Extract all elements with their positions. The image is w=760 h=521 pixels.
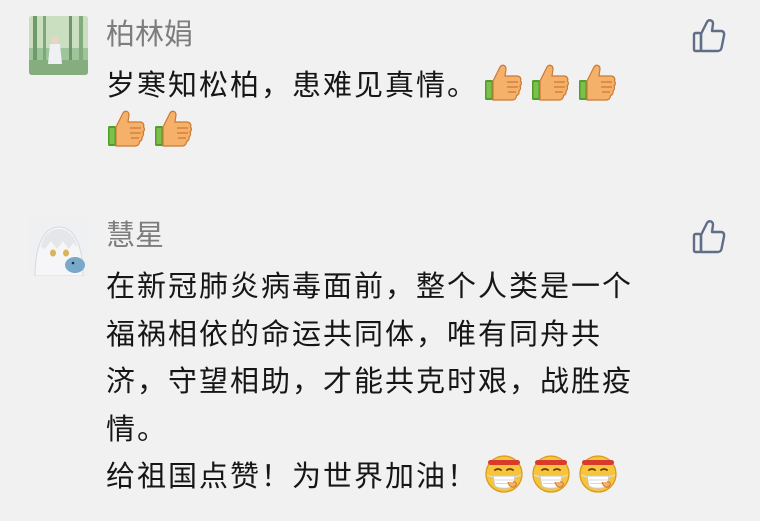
like-icon[interactable] — [692, 219, 726, 255]
comment-text: 给祖国点赞！为世界加油！ — [106, 459, 479, 493]
comment-line: 济，守望相助，才能共克时艰，战胜疫 — [106, 364, 634, 398]
mask-face-icon — [577, 453, 619, 495]
comment-item: 慧星 在新冠肺炎病毒面前，整个人类是一个 福祸相依的命运共同体，唯有同舟共 济，… — [0, 0, 760, 521]
comment-line: 在新冠肺炎病毒面前，整个人类是一个 — [106, 269, 634, 303]
comment-body: 在新冠肺炎病毒面前，整个人类是一个 福祸相依的命运共同体，唯有同舟共 济，守望相… — [106, 263, 736, 501]
mask-face-icon — [483, 453, 525, 495]
avatar[interactable] — [29, 217, 88, 276]
comment-line: 给祖国点赞！为世界加油！ — [106, 453, 736, 501]
mask-face-icon — [530, 453, 572, 495]
comment-line: 福祸相依的命运共同体，唯有同舟共 — [106, 316, 603, 351]
comment-line: 情。 — [106, 411, 169, 446]
comment-author[interactable]: 慧星 — [106, 218, 164, 252]
